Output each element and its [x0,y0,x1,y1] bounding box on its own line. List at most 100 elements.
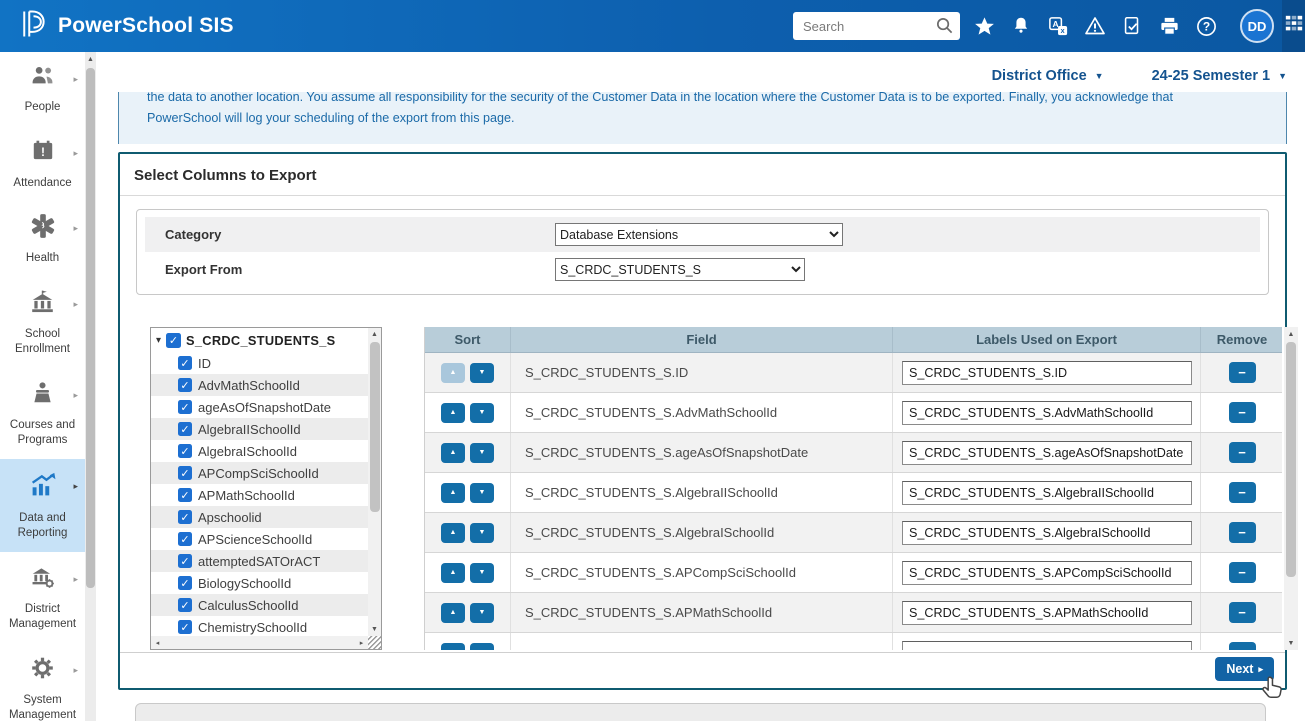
sort-up-button[interactable]: ▲ [441,643,465,651]
sort-up-button[interactable]: ▲ [441,363,465,383]
remove-button[interactable]: − [1229,602,1256,623]
export-label-input[interactable] [902,361,1192,385]
export-label-input[interactable] [902,561,1192,585]
tree-field-item[interactable]: ✓Apschoolid [151,506,368,528]
apps-grid-icon[interactable] [1284,14,1304,39]
tree-field-item[interactable]: ✓AlgebraIISchoolId [151,418,368,440]
sort-down-button[interactable]: ▼ [470,643,494,651]
remove-button[interactable]: − [1229,522,1256,543]
remove-button[interactable]: − [1229,562,1256,583]
field-checkbox[interactable]: ✓ [178,356,192,370]
table-vertical-scrollbar[interactable]: ▲ ▼ [1284,327,1298,650]
bell-icon[interactable] [1009,14,1033,38]
field-checkbox[interactable]: ✓ [178,422,192,436]
sidebar-item-data-reporting[interactable]: ▸ Data and Reporting [0,459,85,552]
sort-up-button[interactable]: ▲ [441,603,465,623]
tree-field-item[interactable]: ✓attemptedSATOrACT [151,550,368,572]
sort-down-button[interactable]: ▼ [470,403,494,423]
sort-down-button[interactable]: ▼ [470,563,494,583]
field-checkbox[interactable]: ✓ [178,488,192,502]
sidebar-item-district-management[interactable]: ▸ District Management [0,552,85,643]
export-from-select[interactable]: S_CRDC_STUDENTS_S [555,258,805,281]
field-checkbox[interactable]: ✓ [178,598,192,612]
export-label-input[interactable] [902,521,1192,545]
tree-field-item[interactable]: ✓ageAsOfSnapshotDate [151,396,368,418]
brand[interactable]: PowerSchool SIS [0,7,234,46]
scroll-up-icon[interactable]: ▲ [85,52,96,66]
sort-down-button[interactable]: ▼ [470,443,494,463]
export-label-input[interactable] [902,401,1192,425]
export-label-input[interactable] [902,601,1192,625]
sort-down-button[interactable]: ▼ [470,523,494,543]
sidebar-item-system-management[interactable]: ▸ System Management [0,643,85,721]
sort-up-button[interactable]: ▲ [441,443,465,463]
sidebar-item-people[interactable]: ▸ People [0,52,85,126]
field-checkbox[interactable]: ✓ [178,620,192,634]
term-selector[interactable]: 24-25 Semester 1 ▼ [1152,68,1287,84]
sidebar-item-attendance[interactable]: ! ▸ Attendance [0,126,85,202]
sort-down-button[interactable]: ▼ [470,603,494,623]
table-scrollbar-thumb[interactable] [1286,342,1296,577]
remove-button[interactable]: − [1229,362,1256,383]
sidebar-item-school-enrollment[interactable]: ▸ School Enrollment [0,277,85,368]
export-label-input[interactable] [902,441,1192,465]
scroll-up-icon[interactable]: ▲ [368,328,381,341]
user-avatar[interactable]: DD [1240,9,1274,43]
tree-collapse-icon[interactable]: ▾ [156,335,161,346]
field-checkbox[interactable]: ✓ [178,466,192,480]
scroll-right-icon[interactable]: ▸ [355,636,368,649]
field-checkbox[interactable]: ✓ [178,400,192,414]
export-label-input[interactable] [902,481,1192,505]
search-icon[interactable] [935,16,954,40]
resize-grip[interactable] [368,636,381,649]
tree-scrollbar-thumb[interactable] [370,342,380,512]
field-checkbox[interactable]: ✓ [178,444,192,458]
sort-up-button[interactable]: ▲ [441,403,465,423]
sidebar-scrollbar[interactable]: ▲ [85,52,96,721]
tree-field-item[interactable]: ✓APScienceSchoolId [151,528,368,550]
tree-vertical-scrollbar[interactable]: ▲ ▼ [368,328,381,636]
sort-down-button[interactable]: ▼ [470,483,494,503]
translate-icon[interactable]: Ax [1046,14,1070,38]
scroll-left-icon[interactable]: ◂ [151,636,164,649]
field-checkbox[interactable]: ✓ [178,576,192,590]
export-label-input[interactable] [902,641,1192,651]
remove-button[interactable]: − [1229,402,1256,423]
sort-up-button[interactable]: ▲ [441,483,465,503]
category-select[interactable]: Database Extensions [555,223,843,246]
sidebar-item-health[interactable]: ▸ Health [0,201,85,277]
help-icon[interactable]: ? [1194,14,1218,38]
sidebar-scrollbar-thumb[interactable] [86,68,95,588]
scroll-down-icon[interactable]: ▼ [1284,636,1298,650]
scroll-down-icon[interactable]: ▼ [368,623,381,636]
field-checkbox[interactable]: ✓ [178,378,192,392]
school-selector[interactable]: District Office ▼ [992,68,1104,84]
field-checkbox[interactable]: ✓ [178,510,192,524]
tree-field-item[interactable]: ✓AdvMathSchoolId [151,374,368,396]
remove-button[interactable]: − [1229,642,1256,650]
sort-up-button[interactable]: ▲ [441,563,465,583]
tree-field-item[interactable]: ✓BiologySchoolId [151,572,368,594]
sidebar-item-courses-programs[interactable]: ▸ Courses and Programs [0,368,85,459]
warning-icon[interactable] [1083,14,1107,38]
remove-button[interactable]: − [1229,442,1256,463]
sort-up-button[interactable]: ▲ [441,523,465,543]
tree-field-item[interactable]: ✓AlgebraISchoolId [151,440,368,462]
report-check-icon[interactable] [1120,14,1144,38]
printer-icon[interactable] [1157,14,1181,38]
tree-field-item[interactable]: ✓CalculusSchoolId [151,594,368,616]
tree-root-checkbox[interactable]: ✓ [166,333,181,348]
field-checkbox[interactable]: ✓ [178,554,192,568]
next-button[interactable]: Next ▸ [1215,657,1274,681]
star-icon[interactable] [972,14,996,38]
sort-down-button[interactable]: ▼ [470,363,494,383]
tree-field-item[interactable]: ✓ChemistrySchoolId [151,616,368,636]
remove-button[interactable]: − [1229,482,1256,503]
tree-field-item[interactable]: ✓APCompSciSchoolId [151,462,368,484]
field-checkbox[interactable]: ✓ [178,532,192,546]
scroll-up-icon[interactable]: ▲ [1284,327,1298,341]
tree-field-item[interactable]: ✓ID [151,352,368,374]
tree-horizontal-scrollbar[interactable]: ◂ ▸ [151,636,368,649]
tree-root-row[interactable]: ▾ ✓ S_CRDC_STUDENTS_S [151,328,368,352]
tree-field-item[interactable]: ✓APMathSchoolId [151,484,368,506]
